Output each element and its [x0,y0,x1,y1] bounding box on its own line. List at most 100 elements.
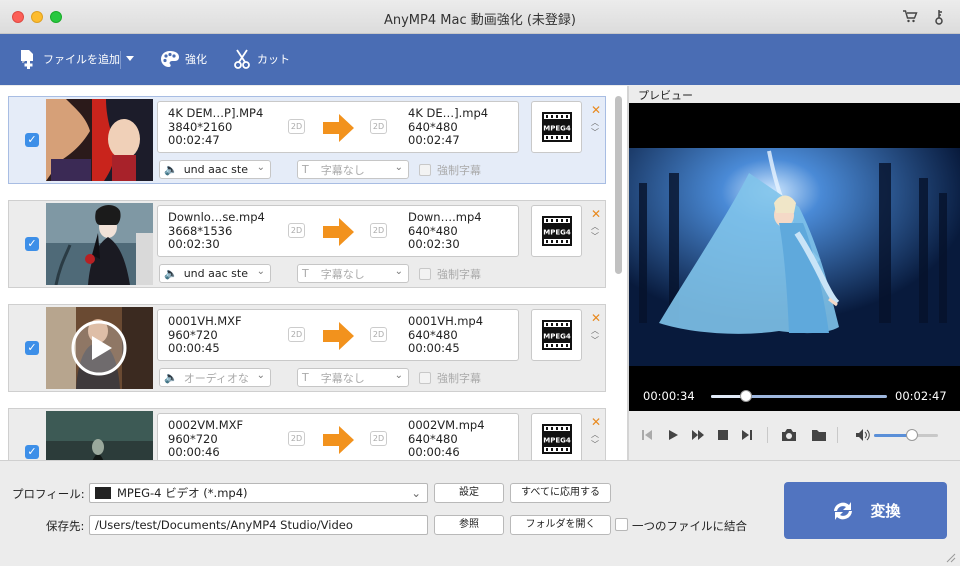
snapshot-camera-icon[interactable] [781,428,797,442]
file-checkbox[interactable]: ✓ [25,133,39,147]
seek-bar[interactable] [711,390,887,402]
key-icon[interactable] [931,9,947,25]
resize-grip-icon[interactable] [946,553,956,563]
file-item[interactable]: ✓ Downlo…se.mp4 3668*1536 00:02:30 2D 2D… [8,200,606,288]
source-resolution: 3668*1536 [168,223,233,238]
move-down-icon[interactable]: ﹀ [591,439,599,450]
subtitle-dropdown[interactable]: T 字幕なし ⌄ [297,160,409,179]
output-name: 0002VM.mp4 [408,418,485,432]
remove-file-icon[interactable]: ✕ [591,311,601,325]
file-checkbox[interactable]: ✓ [25,237,39,251]
current-time: 00:00:34 [643,389,695,403]
list-scrollbar[interactable] [615,96,622,274]
file-item[interactable]: ✓ 4K DEM…P].MP4 3840*2160 00:02:47 2D 2D… [8,96,606,184]
video-thumbnail[interactable] [46,99,153,181]
output-3d-badge[interactable]: 2D [370,431,387,446]
apply-to-all-button[interactable]: すべてに応用する [510,483,611,503]
convert-arrow-icon [323,322,354,350]
video-thumbnail[interactable] [46,203,153,285]
file-item[interactable]: ✓ 0001VH.MXF 960*720 00:00:45 2D 2D 0001… [8,304,606,392]
subtitle-dropdown[interactable]: T 字幕なし ⌄ [297,264,409,283]
source-resolution: 960*720 [168,431,218,446]
forced-subtitle-box[interactable] [419,164,431,176]
skip-forward-icon[interactable] [741,429,753,441]
output-info: 4K DE…].mp4 640*480 00:02:47 [408,106,488,148]
add-file-button[interactable]: ファイルを追加 [18,48,120,70]
output-info: Down….mp4 640*480 00:02:30 [408,210,482,252]
total-time: 00:02:47 [895,389,947,403]
subtitle-dropdown[interactable]: T 字幕なし ⌄ [297,368,409,387]
folder-icon[interactable] [811,428,827,442]
convert-button[interactable]: 変換 [784,482,947,539]
forced-subtitle-box[interactable] [419,372,431,384]
fast-forward-icon[interactable] [691,429,705,441]
move-down-icon[interactable]: ﹀ [591,231,599,242]
subtitle-value: 字幕なし [320,267,365,281]
open-folder-button[interactable]: フォルダを開く [510,515,611,535]
forced-subtitle-checkbox[interactable]: 強制字幕 [419,370,481,386]
merge-checkbox[interactable] [615,518,628,531]
controls-divider [837,427,838,443]
remove-file-icon[interactable]: ✕ [591,415,601,429]
output-3d-badge[interactable]: 2D [370,119,387,134]
source-3d-badge[interactable]: 2D [288,119,305,134]
output-name: 0001VH.mp4 [408,314,484,328]
play-icon[interactable] [667,429,679,441]
move-down-icon[interactable]: ﹀ [591,127,599,138]
stop-icon[interactable] [717,429,729,441]
output-3d-badge[interactable]: 2D [370,223,387,238]
output-resolution: 640*480 [408,223,458,238]
video-thumbnail[interactable] [46,307,153,389]
output-format-button[interactable]: MPEG4 [531,101,582,153]
format-badge-text: MPEG4 [543,125,571,133]
source-3d-badge[interactable]: 2D [288,431,305,446]
window-title: AnyMP4 Mac 動画強化 (未登録) [383,13,577,28]
forced-subtitle-box[interactable] [419,268,431,280]
browse-button[interactable]: 参照 [434,515,504,535]
volume-slider[interactable] [874,429,938,441]
save-path-input[interactable]: /Users/test/Documents/AnyMP4 Studio/Vide… [89,515,428,535]
add-file-dropdown-icon[interactable] [126,56,134,61]
scissors-icon [232,49,252,69]
audio-track-dropdown[interactable]: 🔈 und aac ste ⌄ [159,264,271,283]
move-down-icon[interactable]: ﹀ [591,335,599,346]
output-3d-badge[interactable]: 2D [370,327,387,342]
audio-track-dropdown[interactable]: 🔈 オーディオな ⌄ [159,368,271,387]
remove-file-icon[interactable]: ✕ [591,207,601,221]
chevron-down-icon: ⌄ [256,370,265,381]
enhance-button[interactable]: 強化 [160,48,207,70]
file-checkbox[interactable]: ✓ [25,341,39,355]
audio-track-dropdown[interactable]: 🔈 und aac ste ⌄ [159,160,271,179]
text-icon: T [302,163,309,176]
file-list[interactable]: ✓ 4K DEM…P].MP4 3840*2160 00:02:47 2D 2D… [0,86,627,460]
file-checkbox[interactable]: ✓ [25,445,39,459]
source-name: 4K DEM…P].MP4 [168,106,264,120]
preview-video[interactable]: 00:00:34 00:02:47 [629,103,960,411]
file-item[interactable]: ✓ 0002VM.MXF 960*720 00:00:46 2D 2D 0002… [8,408,606,460]
add-file-label: ファイルを追加 [43,53,120,66]
volume-icon[interactable] [855,428,871,442]
video-thumbnail[interactable] [46,411,153,460]
remove-file-icon[interactable]: ✕ [591,103,601,117]
output-format-button[interactable]: MPEG4 [531,205,582,257]
forced-subtitle-checkbox[interactable]: 強制字幕 [419,266,481,282]
output-duration: 00:00:45 [408,341,460,355]
output-format-button[interactable]: MPEG4 [531,413,582,460]
chevron-down-icon: ⌄ [394,266,403,277]
forced-subtitle-checkbox[interactable]: 強制字幕 [419,162,481,178]
chevron-down-icon: ⌄ [256,266,265,277]
film-format-icon: MPEG4 [541,424,572,454]
skip-back-icon[interactable] [641,429,653,441]
settings-button[interactable]: 設定 [434,483,504,503]
output-duration: 00:00:46 [408,445,460,459]
cart-icon[interactable] [902,9,918,25]
output-format-button[interactable]: MPEG4 [531,309,582,361]
profile-dropdown[interactable]: MPEG-4 ビデオ (*.mp4) ⌄ [89,483,428,503]
cut-button[interactable]: カット [232,48,290,70]
source-3d-badge[interactable]: 2D [288,223,305,238]
source-3d-badge[interactable]: 2D [288,327,305,342]
speaker-icon: 🔈 [164,371,178,384]
source-duration: 00:00:45 [168,341,220,355]
volume-handle[interactable] [906,429,919,441]
source-info: 4K DEM…P].MP4 3840*2160 00:02:47 [168,106,264,148]
